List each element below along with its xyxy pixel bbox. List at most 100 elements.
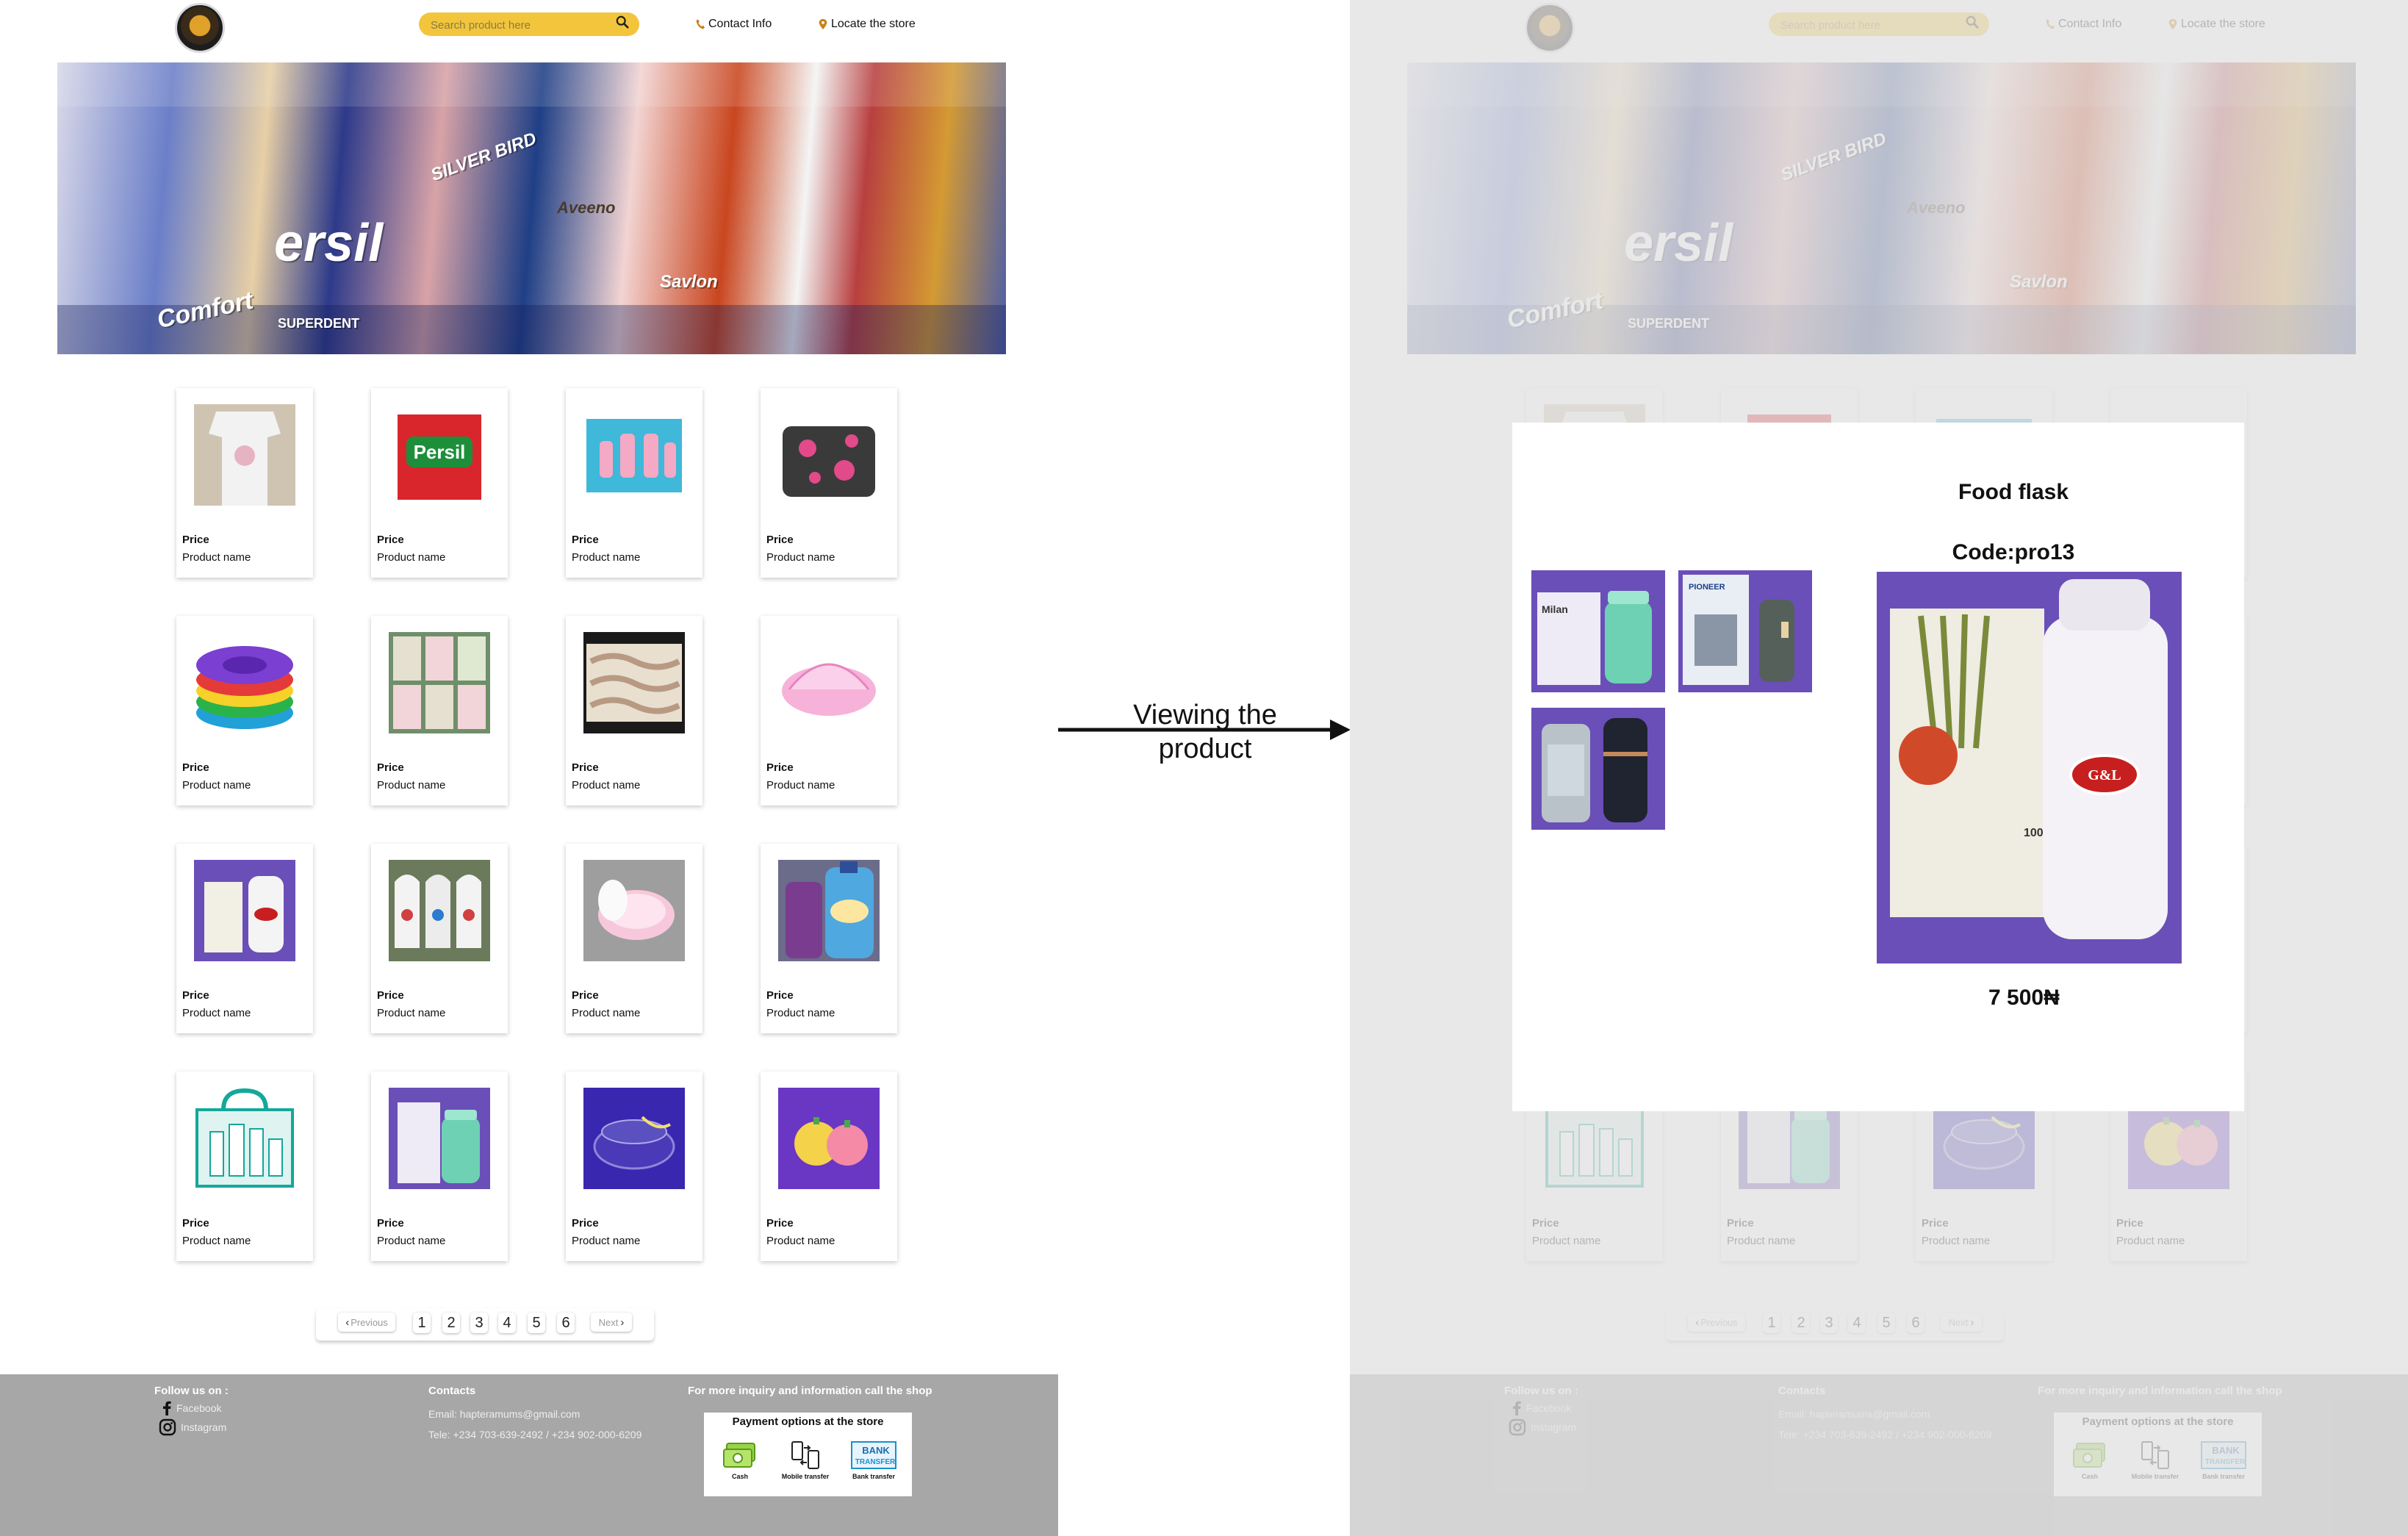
search-bar (419, 12, 639, 36)
payment-bank-label: Bank transfer (852, 1473, 896, 1480)
hero-brand-text: Savlon (660, 272, 718, 292)
payment-cash: Cash (714, 1440, 766, 1480)
contact-info-label: Contact Info (708, 18, 772, 30)
payment-cash-label: Cash (731, 1473, 748, 1480)
product-name: Product name (377, 1007, 446, 1019)
product-main-image: 1000MLG&L (1877, 572, 2182, 963)
footer: Follow us on : Facebook Instagram Contac… (0, 1374, 1058, 1536)
facebook-icon (163, 1401, 171, 1415)
product-image (583, 1088, 685, 1189)
product-card[interactable]: Price Product name (566, 388, 702, 578)
product-card[interactable]: Price Product name (761, 616, 897, 805)
main-image-brand-text: G&L (2088, 767, 2121, 783)
product-card[interactable]: Price Product name (761, 1072, 897, 1261)
contact-info-link[interactable]: Contact Info (695, 18, 772, 31)
product-card[interactable]: Price Product name (761, 844, 897, 1033)
product-image (194, 860, 295, 961)
svg-text:Persil: Persil (414, 441, 466, 463)
page-number-button[interactable]: 4 (498, 1313, 516, 1333)
product-name: Product name (377, 779, 446, 792)
product-image (778, 404, 880, 506)
product-card[interactable]: Price Product name (176, 388, 313, 578)
page-number-button[interactable]: 6 (557, 1313, 575, 1333)
search-icon[interactable] (616, 15, 629, 29)
product-card[interactable]: Price Product name (176, 844, 313, 1033)
instagram-link[interactable]: Instagram (159, 1418, 226, 1436)
product-card[interactable]: Price Product name (371, 616, 508, 805)
product-card[interactable]: Price Product name (761, 388, 897, 578)
phone-icon (696, 19, 705, 29)
product-price: Price (377, 534, 404, 546)
next-page-button[interactable]: Next › (591, 1313, 632, 1332)
product-image (389, 632, 490, 733)
hero-brand-text: Aveeno (557, 198, 616, 217)
page-number-button[interactable]: 5 (528, 1313, 545, 1333)
product-name: Product name (377, 1235, 446, 1247)
annotation-line: product (1158, 733, 1252, 764)
product-price: Price (572, 534, 599, 546)
page-number-button[interactable]: 2 (442, 1313, 460, 1333)
product-card[interactable]: Price Product name (176, 616, 313, 805)
product-price: Price (572, 1217, 599, 1230)
product-name: Product name (572, 779, 641, 792)
product-image (778, 632, 880, 733)
product-card[interactable]: Persil Price Product name (371, 388, 508, 578)
bank-logo-text: BANK (862, 1445, 890, 1456)
product-image: Persil (389, 404, 490, 506)
product-name: Product name (766, 779, 835, 792)
product-card[interactable]: Price Product name (566, 844, 702, 1033)
payment-mobile-transfer: Mobile transfer (780, 1440, 831, 1480)
cash-icon (723, 1443, 755, 1468)
annotation-label: Viewing the product (1117, 698, 1293, 766)
hero-brand-text: SILVER BIRD (428, 129, 539, 185)
payment-options-title: Payment options at the store (732, 1415, 884, 1428)
product-card[interactable]: Price Product name (371, 844, 508, 1033)
inquiry-heading: For more inquiry and information call th… (688, 1385, 932, 1397)
follow-us-heading: Follow us on : (154, 1385, 229, 1397)
store-page: Contact Info Locate the store ersil Comf… (0, 0, 1058, 1536)
page-number-button[interactable]: 3 (470, 1313, 488, 1333)
facebook-label: Facebook (176, 1402, 222, 1414)
location-pin-icon (819, 18, 827, 30)
chevron-left-icon: ‹ (345, 1316, 350, 1329)
search-input[interactable] (429, 16, 601, 34)
page-number-button[interactable]: 1 (413, 1313, 431, 1333)
facebook-link[interactable]: Facebook (162, 1401, 221, 1415)
product-image (194, 632, 295, 733)
instagram-label: Instagram (181, 1421, 227, 1433)
product-card[interactable]: Price Product name (371, 1072, 508, 1261)
store-logo[interactable] (175, 3, 225, 53)
payment-mobile-label: Mobile transfer (781, 1473, 830, 1480)
product-image (778, 860, 880, 961)
product-price: Price (182, 1217, 209, 1230)
product-thumbnail[interactable]: PIONEER (1678, 570, 1812, 692)
hero-banner: ersil Comfort SUPERDENT SILVER BIRD Savl… (57, 62, 1006, 354)
product-price: Price (182, 989, 209, 1002)
hero-brand-text: ersil (274, 214, 384, 273)
instagram-icon (159, 1418, 176, 1436)
product-code: Code:pro13 (1952, 540, 2075, 564)
product-thumbnail[interactable] (1531, 708, 1665, 830)
product-image (389, 1088, 490, 1189)
product-card[interactable]: Price Product name (176, 1072, 313, 1261)
product-image (583, 404, 685, 506)
product-image (583, 860, 685, 961)
product-price: Price (182, 534, 209, 546)
chevron-right-icon: › (620, 1316, 625, 1329)
product-image (389, 860, 490, 961)
annotation-line: Viewing the (1133, 700, 1277, 731)
product-price: Price (377, 1217, 404, 1230)
product-name: Product name (182, 779, 251, 792)
product-image (583, 632, 685, 733)
product-card[interactable]: Price Product name (566, 1072, 702, 1261)
product-price: Price (572, 989, 599, 1002)
product-name: Product name (377, 551, 446, 564)
product-price: Price (377, 989, 404, 1002)
product-card[interactable]: Price Product name (566, 616, 702, 805)
product-name: Product name (766, 1235, 835, 1247)
product-view-page: Contact Info Locate the store ersil Comf… (1350, 0, 2408, 1536)
previous-page-button[interactable]: ‹ Previous (338, 1313, 395, 1332)
product-thumbnail[interactable]: Milan (1531, 570, 1665, 692)
thumbnail-brand-text: Milan (1542, 603, 1568, 615)
locate-store-link[interactable]: Locate the store (818, 18, 916, 31)
